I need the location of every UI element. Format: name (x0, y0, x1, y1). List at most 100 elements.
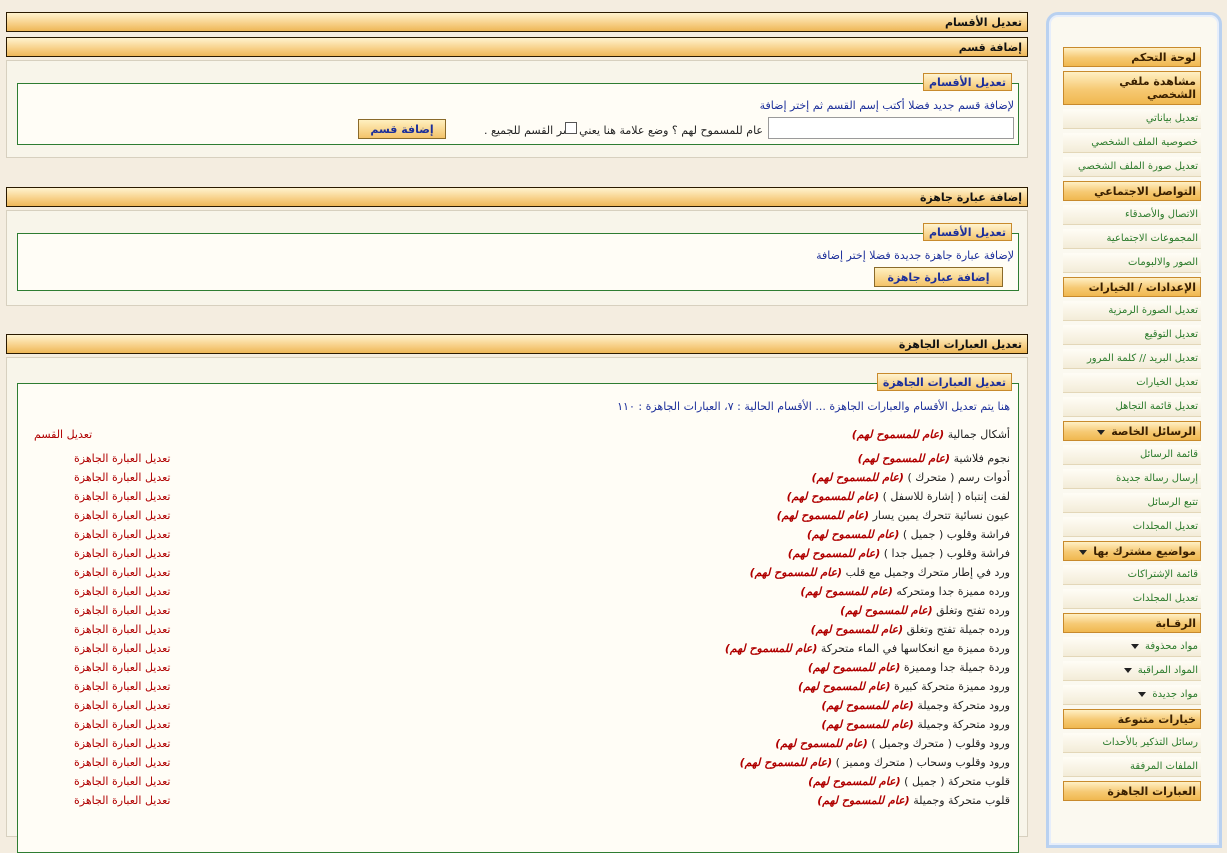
edit-phrase-link[interactable]: تعديل العبارة الجاهزة (74, 680, 170, 693)
sidebar-item-contacts[interactable]: الاتصال والأصدقاء (1063, 205, 1201, 225)
sidebar-header-ready-phrases[interactable]: العبارات الجاهزة (1063, 781, 1201, 801)
phrase-status: (عام للمسموح لهم) (749, 566, 843, 579)
edit-phrase-link[interactable]: تعديل العبارة الجاهزة (74, 452, 170, 465)
add-section-button[interactable]: إضافة قسم (358, 119, 446, 139)
add-section-instructions: لإضافة قسم جديد فضلا أكتب إسم القسم ثم إ… (759, 99, 1014, 112)
phrase-row: فراشة وقلوب ( جميل ) (عام للمسموح لهم) (807, 528, 1010, 541)
edit-phrase-link[interactable]: تعديل العبارة الجاهزة (74, 699, 170, 712)
phrase-status: (عام للمسموح لهم) (775, 737, 868, 750)
edit-phrase-link[interactable]: تعديل العبارة الجاهزة (74, 642, 170, 655)
edit-phrase-link[interactable]: تعديل العبارة الجاهزة (74, 661, 170, 674)
phrase-row: فراشة وقلوب ( جميل جدا ) (عام للمسموح له… (788, 547, 1010, 560)
phrase-row: ورود وقلوب وسحاب ( متحرك ومميز ) (عام لل… (740, 756, 1010, 769)
sidebar-item-social-groups[interactable]: المجموعات الاجتماعية (1063, 229, 1201, 249)
deleted-items-label: مواد محذوفة (1145, 641, 1198, 652)
phrase-name: لفت إنتباه ( إشارة للاسفل ) (882, 490, 1010, 503)
new-items-label: مواد جديدة (1152, 689, 1198, 700)
phrases-summary: هنا يتم تعديل الأقسام والعبارات الجاهزة … (617, 400, 1010, 413)
phrase-row: أدوات رسم ( متحرك ) (عام للمسموح لهم) (811, 471, 1010, 484)
phrase-status: (عام للمسموح لهم) (776, 509, 870, 522)
sidebar-item-profile-privacy[interactable]: خصوصية الملف الشخصي (1063, 133, 1201, 153)
public-checkbox[interactable] (565, 122, 577, 134)
sidebar: لوحة التحكم مشاهدة ملفي الشخصي تعديل بيا… (1046, 12, 1222, 848)
chevron-down-icon (1138, 691, 1147, 697)
sidebar-header-subscribed[interactable]: مواضيع مشترك بها (1063, 541, 1201, 561)
edit-phrases-panel: تعديل العبارات الجاهزة هنا يتم تعديل الأ… (6, 357, 1028, 853)
edit-phrase-link[interactable]: تعديل العبارة الجاهزة (74, 775, 170, 788)
sidebar-item-deleted-items[interactable]: مواد محذوفة (1063, 637, 1201, 657)
phrase-name: عيون نسائية تتحرك يمين يسار (872, 509, 1010, 522)
phrase-row: ورده مميزة جدا ومتحركه (عام للمسموح لهم) (800, 585, 1010, 598)
chevron-down-icon (1079, 549, 1088, 555)
add-section-panel: تعديل الأقسام لإضافة قسم جديد فضلا أكتب … (6, 60, 1028, 158)
sidebar-item-albums[interactable]: الصور والالبومات (1063, 253, 1201, 273)
phrase-name: ورود وقلوب وسحاب ( متحرك ومميز ) (835, 756, 1010, 769)
edit-phrase-link[interactable]: تعديل العبارة الجاهزة (74, 490, 170, 503)
sidebar-item-new-items[interactable]: مواد جديدة (1063, 685, 1201, 705)
section-status: (عام للمسموح لهم) (851, 428, 945, 441)
sidebar-item-subscription-list[interactable]: قائمة الإشتراكات (1063, 565, 1201, 585)
edit-phrase-link[interactable]: تعديل العبارة الجاهزة (74, 471, 170, 484)
sidebar-item-edit-options[interactable]: تعديل الخيارات (1063, 373, 1201, 393)
phrase-name: وردة جميلة جدا ومميزة (903, 661, 1010, 674)
edit-phrase-link[interactable]: تعديل العبارة الجاهزة (74, 566, 170, 579)
phrase-row: لفت إنتباه ( إشارة للاسفل ) (عام للمسموح… (787, 490, 1010, 503)
phrase-name: ورود متحركة وجميلة (917, 718, 1010, 731)
sidebar-header-control-panel[interactable]: لوحة التحكم (1063, 47, 1201, 67)
section-name-input[interactable] (768, 117, 1014, 139)
edit-phrase-link[interactable]: تعديل العبارة الجاهزة (74, 509, 170, 522)
edit-phrase-link[interactable]: تعديل العبارة الجاهزة (74, 756, 170, 769)
edit-phrase-link[interactable]: تعديل العبارة الجاهزة (74, 547, 170, 560)
phrase-status: (عام للمسموح لهم) (798, 680, 891, 693)
sidebar-item-message-list[interactable]: قائمة الرسائل (1063, 445, 1201, 465)
sidebar-header-private-messages[interactable]: الرسائل الخاصة (1063, 421, 1201, 441)
section-name: أشكال جمالية (947, 428, 1010, 441)
sidebar-header-settings[interactable]: الإعدادات / الخيارات (1063, 277, 1201, 297)
chevron-down-icon (1131, 643, 1140, 649)
edit-phrase-link[interactable]: تعديل العبارة الجاهزة (74, 623, 170, 636)
phrase-row: وردة مميزة مع انعكاسها في الماء متحركة (… (725, 642, 1010, 655)
phrase-status: (عام للمسموح لهم) (810, 623, 904, 636)
phrase-row: وردة جميلة جدا ومميزة (عام للمسموح لهم) (808, 661, 1010, 674)
chevron-down-icon (1123, 667, 1132, 673)
sidebar-item-edit-email-password[interactable]: تعديل البريد // كلمة المرور (1063, 349, 1201, 369)
sidebar-item-edit-ignore-list[interactable]: تعديل قائمة التجاهل (1063, 397, 1201, 417)
add-phrase-legend: تعديل الأقسام (922, 223, 1012, 241)
sidebar-item-edit-folders-sub[interactable]: تعديل المجلدات (1063, 589, 1201, 609)
sidebar-header-social[interactable]: التواصل الاجتماعي (1063, 181, 1201, 201)
edit-phrase-link[interactable]: تعديل العبارة الجاهزة (74, 718, 170, 731)
sidebar-item-edit-avatar[interactable]: تعديل الصورة الرمزية (1063, 301, 1201, 321)
edit-phrase-link[interactable]: تعديل العبارة الجاهزة (74, 794, 170, 807)
phrase-name: قلوب متحركة وجميلة (913, 794, 1010, 807)
sidebar-header-misc[interactable]: خيارات متنوعة (1063, 709, 1201, 729)
sidebar-header-moderation[interactable]: الرقـابة (1063, 613, 1201, 633)
edit-phrases-fieldset: تعديل العبارات الجاهزة هنا يتم تعديل الأ… (17, 373, 1019, 853)
edit-phrases-header: تعديل العبارات الجاهزة (6, 334, 1028, 354)
phrase-name: أدوات رسم ( متحرك ) (907, 471, 1010, 484)
add-phrase-instructions: لإضافة عبارة جاهزة جديدة فضلا إختر إضافة (816, 249, 1014, 262)
sidebar-header-view-profile[interactable]: مشاهدة ملفي الشخصي (1063, 71, 1201, 105)
chevron-down-icon (1097, 429, 1106, 435)
edit-phrase-link[interactable]: تعديل العبارة الجاهزة (74, 528, 170, 541)
sidebar-item-edit-profile-picture[interactable]: تعديل صورة الملف الشخصي (1063, 157, 1201, 177)
phrase-name: وردة مميزة مع انعكاسها في الماء متحركة (820, 642, 1010, 655)
edit-phrase-link[interactable]: تعديل العبارة الجاهزة (74, 604, 170, 617)
edit-phrase-link[interactable]: تعديل العبارة الجاهزة (74, 585, 170, 598)
sidebar-header-pm-label: الرسائل الخاصة (1111, 425, 1196, 438)
add-section-legend: تعديل الأقسام (922, 73, 1012, 91)
sidebar-item-send-message[interactable]: إرسال رسالة جديدة (1063, 469, 1201, 489)
sidebar-item-moderated-items[interactable]: المواد المراقبة (1063, 661, 1201, 681)
phrase-row: ورود مميزة متحركة كبيرة (عام للمسموح لهم… (798, 680, 1010, 693)
sidebar-item-event-reminders[interactable]: رسائل التذكير بالأحداث (1063, 733, 1201, 753)
sidebar-item-edit-folders-pm[interactable]: تعديل المجلدات (1063, 517, 1201, 537)
add-phrase-button[interactable]: إضافة عبارة جاهزة (874, 267, 1003, 287)
phrase-row: نجوم فلاشية (عام للمسموح لهم) (858, 452, 1010, 465)
phrase-row: ورود متحركة وجميلة (عام للمسموح لهم) (821, 718, 1010, 731)
edit-section-link[interactable]: تعديل القسم (34, 428, 92, 441)
sidebar-item-edit-data[interactable]: تعديل بياناتي (1063, 109, 1201, 129)
sidebar-item-track-messages[interactable]: تتبع الرسائل (1063, 493, 1201, 513)
edit-phrase-link[interactable]: تعديل العبارة الجاهزة (74, 737, 170, 750)
phrase-row: ورود وقلوب ( متحرك وجميل ) (عام للمسموح … (775, 737, 1010, 750)
sidebar-item-edit-signature[interactable]: تعديل التوقيع (1063, 325, 1201, 345)
sidebar-item-attachments[interactable]: الملفات المرفقة (1063, 757, 1201, 777)
